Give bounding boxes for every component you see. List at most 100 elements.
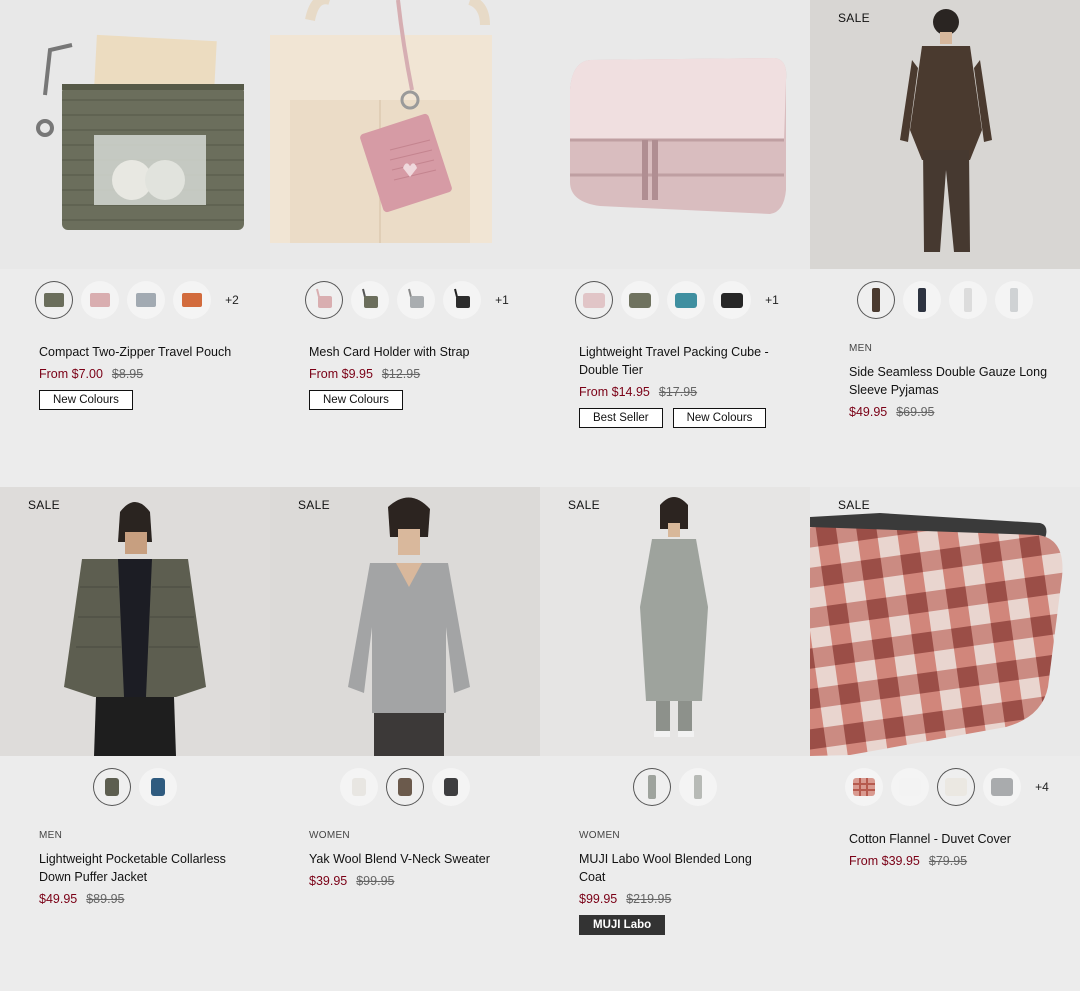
product-image[interactable]: SALE [810,487,1080,756]
color-swatches [0,767,270,807]
original-price: $79.95 [928,854,968,868]
new-colours-badge: New Colours [309,390,403,410]
color-swatches: +2 [0,280,270,320]
product-card[interactable]: SALE WOMEN Yak Wool Blend V-Neck Sweater… [270,487,540,974]
product-card[interactable]: +2 Compact Two-Zipper Travel Pouch From … [0,0,270,487]
product-card[interactable]: SALE MEN Lightweight Pocketable Collarle… [0,487,270,974]
swatch-white[interactable] [891,768,930,806]
original-price: $17.95 [658,385,698,399]
puffer-jacket-image [0,487,270,756]
packing-cube-image [540,0,810,269]
original-price: $69.95 [896,405,935,419]
product-card[interactable]: +1 Mesh Card Holder with Strap From $9.9… [270,0,540,487]
swatch-khaki[interactable] [351,281,390,319]
sale-tag: SALE [838,11,870,25]
more-colors-count[interactable]: +4 [1035,780,1049,794]
product-category: MEN [39,830,63,841]
more-colors-count[interactable]: +1 [765,293,779,307]
pyjamas-image [810,0,1080,269]
sale-price: $39.95 [309,874,348,888]
color-swatches: +4 [810,767,1080,807]
new-colours-badge: New Colours [672,408,767,428]
product-name[interactable]: Mesh Card Holder with Strap [309,343,509,361]
product-image[interactable]: SALE [0,487,270,756]
sale-tag: SALE [838,498,870,512]
color-swatches [540,767,810,807]
product-image[interactable]: SALE [810,0,1080,269]
swatch-pink[interactable] [575,281,614,319]
product-card[interactable]: SALE +4 Cotton Flannel - Duvet Cover Fro… [810,487,1080,974]
sweater-image [270,487,540,756]
swatch-khaki[interactable] [93,768,131,806]
swatch-black[interactable] [443,281,482,319]
product-card[interactable]: +1 Lightweight Travel Packing Cube - Dou… [540,0,810,487]
color-swatches: +1 [540,280,810,320]
swatch-pink[interactable] [81,281,120,319]
swatch-white[interactable] [949,281,987,319]
product-name[interactable]: Yak Wool Blend V-Neck Sweater [309,850,509,868]
sale-price: From $9.95 [309,367,373,381]
original-price: $99.95 [356,874,395,888]
product-category: WOMEN [579,830,620,841]
product-category: WOMEN [309,830,350,841]
sale-price: $49.95 [39,892,78,906]
swatch-brown[interactable] [386,768,424,806]
product-image[interactable] [270,0,540,269]
swatch-khaki[interactable] [621,281,660,319]
product-name[interactable]: Lightweight Travel Packing Cube - Double… [579,343,779,379]
color-swatches: +1 [270,280,540,320]
product-image[interactable]: SALE [540,487,810,756]
pouch-image [0,0,270,269]
swatch-khaki[interactable] [35,281,74,319]
sale-price: $99.95 [579,892,618,906]
long-coat-image [540,487,810,756]
swatch-pink[interactable] [305,281,344,319]
swatch-grey[interactable] [397,281,436,319]
original-price: $219.95 [626,892,672,906]
swatch-charcoal[interactable] [432,768,470,806]
product-name[interactable]: MUJI Labo Wool Blended Long Coat [579,850,779,886]
card-holder-image [270,0,540,269]
sale-price: $49.95 [849,405,888,419]
swatch-grey-blue[interactable] [127,281,166,319]
swatch-teal[interactable] [667,281,706,319]
product-name[interactable]: Compact Two-Zipper Travel Pouch [39,343,239,361]
swatch-navy[interactable] [903,281,941,319]
swatch-blue[interactable] [139,768,177,806]
swatch-light-grey[interactable] [679,768,717,806]
product-card[interactable]: SALE MEN Side Seamless Double Gauze Long… [810,0,1080,487]
product-name[interactable]: Lightweight Pocketable Collarless Down P… [39,850,239,886]
muji-labo-badge: MUJI Labo [579,915,666,935]
swatch-grey[interactable] [983,768,1022,806]
swatch-brown[interactable] [857,281,895,319]
sale-price: From $14.95 [579,385,650,399]
swatch-light-grey[interactable] [995,281,1033,319]
more-colors-count[interactable]: +2 [225,293,239,307]
product-card[interactable]: SALE WOMEN MUJI Labo Wool Blended Long C… [540,487,810,974]
original-price: $8.95 [111,367,144,381]
product-name[interactable]: Side Seamless Double Gauze Long Sleeve P… [849,363,1049,399]
color-swatches [810,280,1080,320]
best-seller-badge: Best Seller [579,408,663,428]
sale-tag: SALE [298,498,330,512]
sale-price: From $7.00 [39,367,103,381]
original-price: $12.95 [381,367,421,381]
swatch-off-white[interactable] [340,768,378,806]
product-name[interactable]: Cotton Flannel - Duvet Cover [849,830,1049,848]
new-colours-badge: New Colours [39,390,133,410]
original-price: $89.95 [86,892,125,906]
sale-tag: SALE [28,498,60,512]
sale-tag: SALE [568,498,600,512]
swatch-grey[interactable] [633,768,671,806]
swatch-black[interactable] [713,281,752,319]
product-image[interactable] [540,0,810,269]
swatch-off-white[interactable] [937,768,976,806]
swatch-orange[interactable] [173,281,212,319]
color-swatches [270,767,540,807]
more-colors-count[interactable]: +1 [495,293,509,307]
sale-price: From $39.95 [849,854,920,868]
duvet-cover-image [810,487,1080,756]
product-image[interactable]: SALE [270,487,540,756]
swatch-red-check[interactable] [845,768,884,806]
product-image[interactable] [0,0,270,269]
